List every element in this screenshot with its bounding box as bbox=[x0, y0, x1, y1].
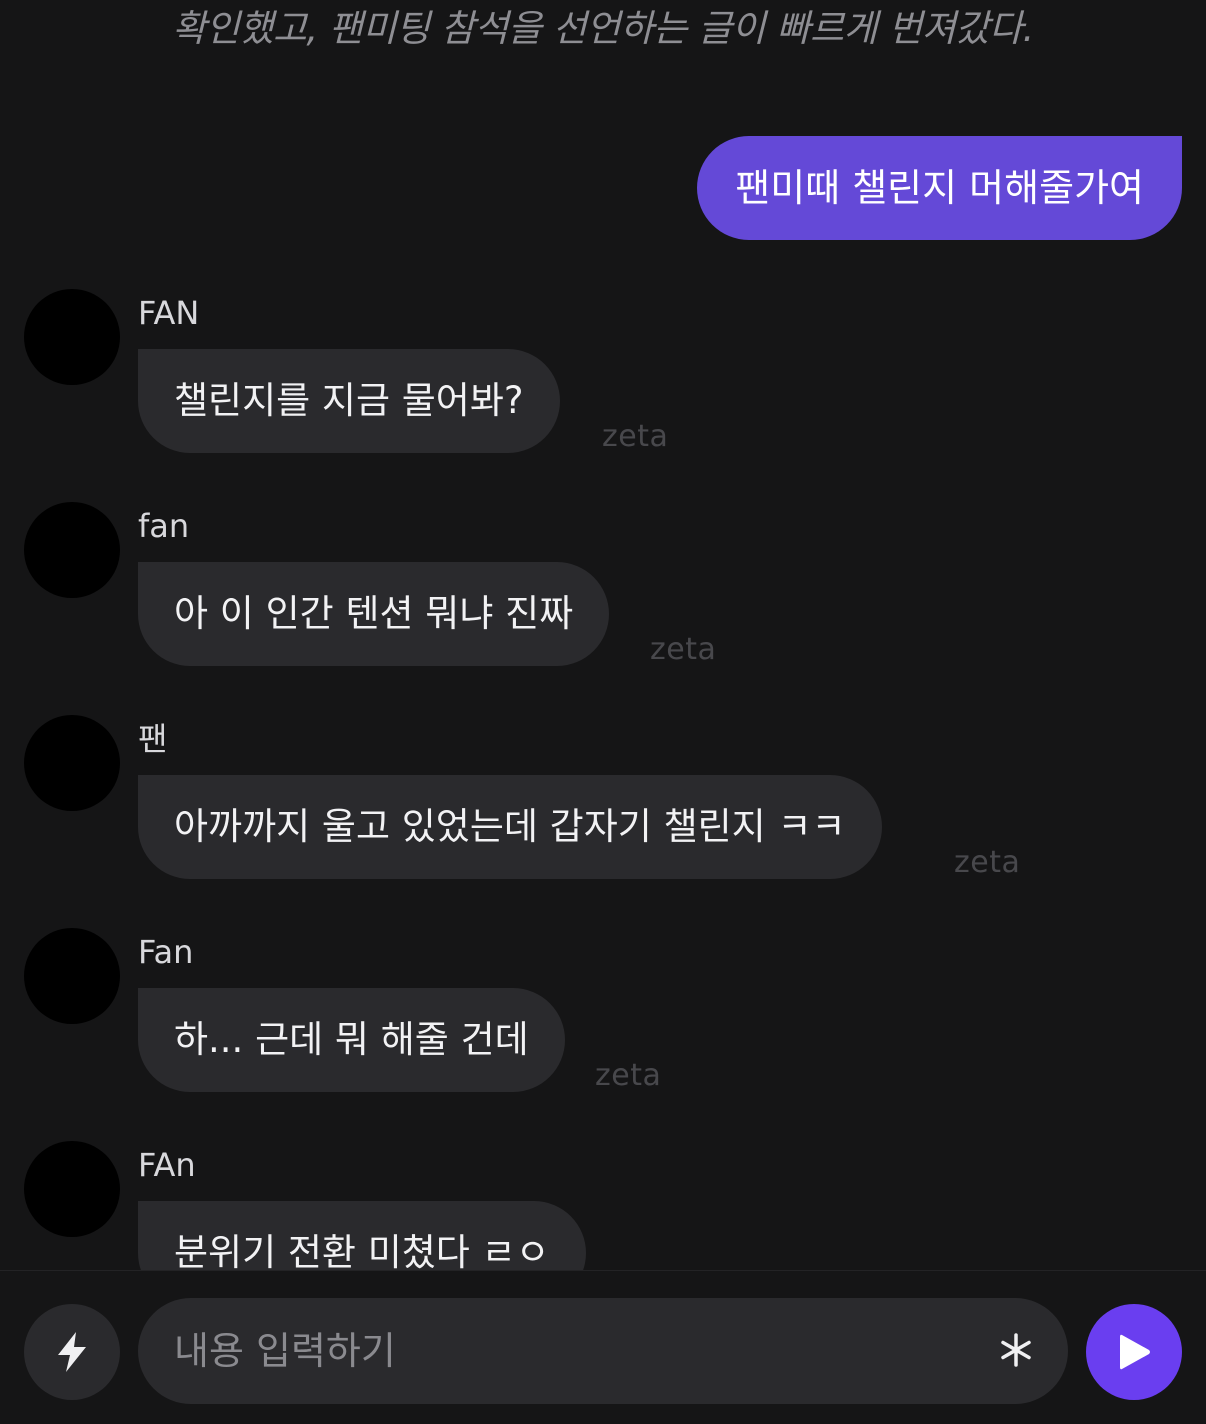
chat-screen: 확인했고, 팬미팅 참석을 선언하는 글이 빠르게 번져갔다. 팬미때 챌린지 … bbox=[0, 0, 1206, 1424]
message-bubble[interactable]: 하... 근데 뭐 해줄 건데 bbox=[138, 988, 565, 1092]
character-message: Fan 하... 근데 뭐 해줄 건데 zeta bbox=[24, 928, 1184, 1118]
character-message: fan 아 이 인간 텐션 뭐냐 진짜 zeta bbox=[24, 502, 1184, 692]
asterisk-icon bbox=[1001, 1333, 1031, 1367]
asterisk-button[interactable] bbox=[994, 1328, 1038, 1372]
send-button[interactable] bbox=[1086, 1304, 1182, 1400]
play-send-icon bbox=[1120, 1334, 1150, 1370]
avatar[interactable] bbox=[24, 715, 120, 811]
zeta-tag: zeta bbox=[954, 845, 1021, 880]
message-bubble[interactable]: 아 이 인간 텐션 뭐냐 진짜 bbox=[138, 562, 610, 666]
avatar[interactable] bbox=[24, 289, 120, 385]
avatar[interactable] bbox=[24, 502, 120, 598]
avatar[interactable] bbox=[24, 928, 120, 1024]
sender-name: fan bbox=[138, 507, 190, 545]
avatar[interactable] bbox=[24, 1141, 120, 1237]
message-bubble[interactable]: 아까까지 울고 있었는데 갑자기 챌린지 ㅋㅋ bbox=[138, 775, 882, 879]
message-bubble[interactable]: 분위기 전환 미쳤다 ㄹㅇ bbox=[138, 1201, 586, 1270]
user-message-bubble[interactable]: 팬미때 챌린지 머해줄가여 bbox=[697, 136, 1182, 240]
zeta-tag: zeta bbox=[595, 1058, 662, 1093]
zeta-tag: zeta bbox=[602, 419, 669, 454]
message-bubble[interactable]: 챌린지를 지금 물어봐? bbox=[138, 349, 560, 453]
boost-button[interactable] bbox=[24, 1304, 120, 1400]
character-message: 팬 아까까지 울고 있었는데 갑자기 챌린지 ㅋㅋ zeta bbox=[24, 715, 1184, 905]
character-message: FAn 분위기 전환 미쳤다 ㄹㅇ bbox=[24, 1141, 1184, 1270]
character-message: FAN 챌린지를 지금 물어봐? zeta bbox=[24, 289, 1184, 479]
lightning-icon bbox=[58, 1332, 86, 1372]
sender-name: 팬 bbox=[138, 720, 168, 758]
zeta-tag: zeta bbox=[650, 632, 717, 667]
narration-text: 확인했고, 팬미팅 참석을 선언하는 글이 빠르게 번져갔다. bbox=[172, 7, 1034, 50]
sender-name: FAN bbox=[138, 294, 200, 332]
composer-bar bbox=[0, 1271, 1206, 1424]
message-input-container[interactable] bbox=[138, 1298, 1068, 1404]
chat-scroll-area[interactable]: 확인했고, 팬미팅 참석을 선언하는 글이 빠르게 번져갔다. 팬미때 챌린지 … bbox=[0, 0, 1206, 1270]
sender-name: Fan bbox=[138, 933, 194, 971]
sender-name: FAn bbox=[138, 1146, 196, 1184]
message-input[interactable] bbox=[174, 1298, 974, 1404]
